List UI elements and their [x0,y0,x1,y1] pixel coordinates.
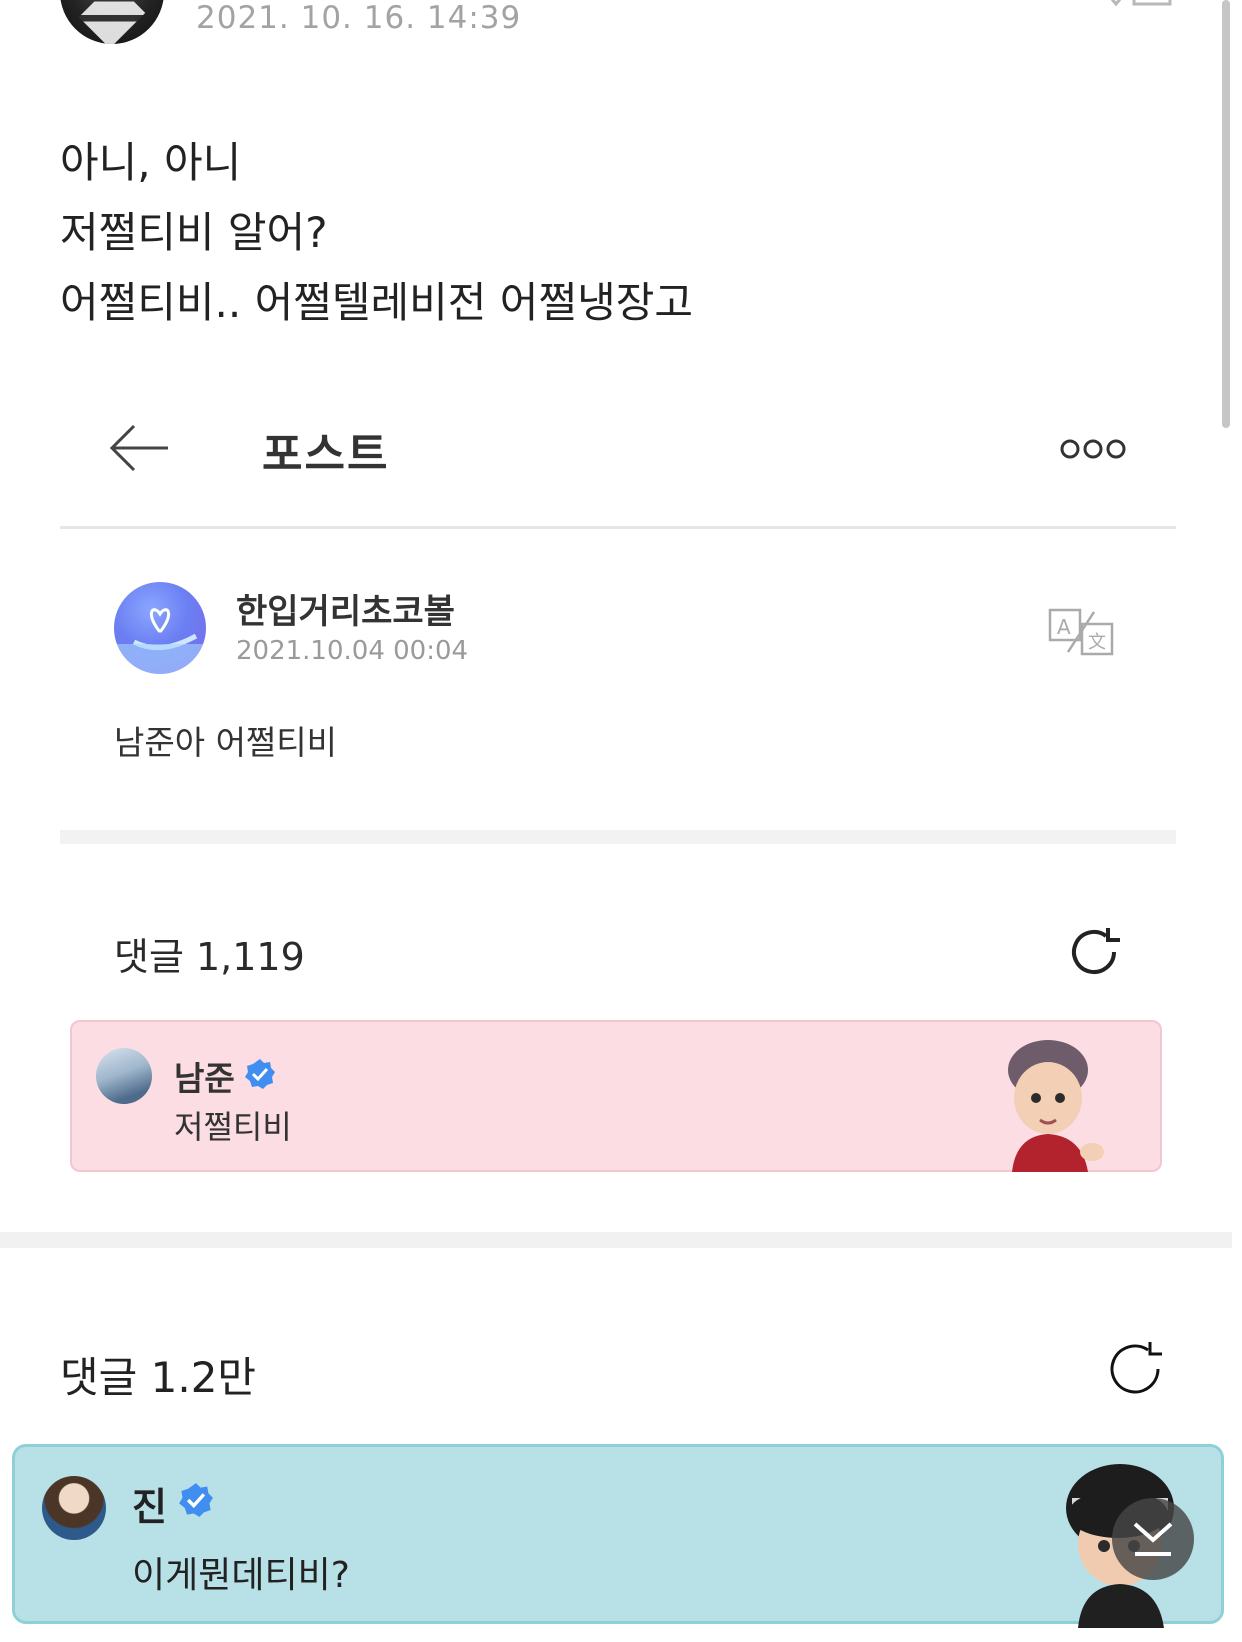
arrow-left-icon [108,422,170,474]
embedded-author-avatar [114,582,206,674]
more-dots-icon [1060,436,1126,462]
post-date: 2021. 10. 16. 14:39 [196,0,522,36]
comments-count: 댓글 1.2만 [60,1353,257,1402]
chevron-double-down-icon [1133,1522,1173,1556]
post-line-1: 아니, 아니 [60,138,242,187]
comment-text: 이게뭔데티비? [132,1555,350,1596]
embedded-commenter-avatar [96,1048,152,1104]
post-line-2: 저쩔티비 알어? [60,208,328,257]
scroll-down-button[interactable] [1112,1498,1194,1580]
refresh-icon [1066,924,1122,980]
embedded-comment-text: 저쩔티비 [174,1108,292,1146]
commenter-avatar[interactable] [42,1476,106,1540]
embedded-commenter-name: 남준 [174,1059,235,1098]
verified-badge-icon [244,1058,276,1090]
embedded-post-date: 2021.10.04 00:04 [236,636,469,666]
embedded-post-content: 남준아 어쩔티비 [114,723,338,762]
scrollbar[interactable] [1222,0,1230,428]
author-avatar[interactable] [60,0,164,44]
svg-text:A: A [1057,615,1071,639]
verified-badge-icon [178,1482,214,1518]
section-separator [0,1232,1232,1248]
post-line-3: 어쩔티비.. 어쩔텔레비전 어쩔냉장고 [60,278,694,327]
translate-icon[interactable] [1100,0,1172,14]
translate-icon: A文 [1048,608,1116,656]
embedded-section-separator [60,830,1176,844]
embedded-author-name: 한입거리초코볼 [236,592,455,632]
embedded-divider [60,526,1176,529]
character-sticker [996,1036,1106,1172]
embedded-comments-count: 댓글 1,119 [114,935,305,979]
embedded-header-title: 포스트 [262,429,390,480]
post-body: 아니, 아니 저쩔티비 알어? 어쩔티비.. 어쩔텔레비전 어쩔냉장고 [60,128,693,338]
commenter-name[interactable]: 진 [132,1476,167,1531]
svg-text:文: 文 [1088,632,1106,653]
refresh-icon[interactable] [1104,1338,1166,1400]
